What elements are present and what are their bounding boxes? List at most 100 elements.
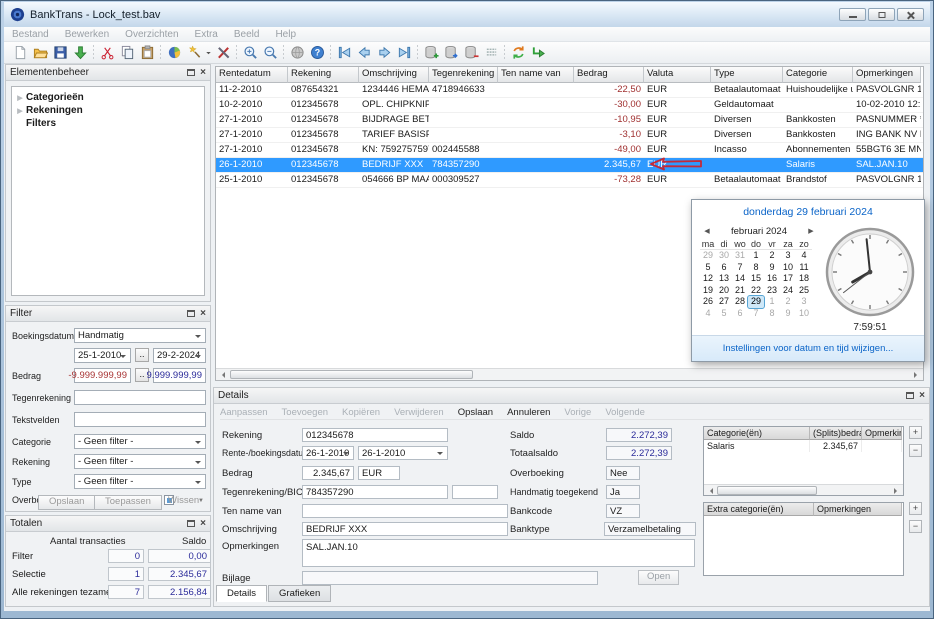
column-header-type[interactable]: Type <box>711 67 783 83</box>
calendar-day[interactable]: 26 <box>700 296 716 308</box>
calendar-day[interactable]: 24 <box>780 285 796 297</box>
calendar-day[interactable]: 6 <box>716 262 732 274</box>
calendar-day[interactable]: 12 <box>700 273 716 285</box>
transaction-row[interactable]: 27-1-2010012345678BIJDRAGE BETA...-10,95… <box>216 113 923 128</box>
column-header-bedrag[interactable]: Bedrag <box>574 67 644 83</box>
add-category-button[interactable]: + <box>909 426 922 439</box>
valuta-field[interactable]: EUR <box>358 466 400 480</box>
datetime-settings-link[interactable]: Instellingen voor datum en tijd wijzigen… <box>723 343 894 354</box>
calendar-day[interactable]: 3 <box>796 296 812 308</box>
menu-item-extra[interactable]: Extra <box>195 29 218 40</box>
column-header-categorie[interactable]: Categorie <box>783 67 853 83</box>
transaction-row[interactable]: 27-1-2010012345678TARIEF BASISPA...-3,10… <box>216 128 923 143</box>
details-action-opslaan[interactable]: Opslaan <box>458 407 493 418</box>
calendar-day[interactable]: 14 <box>732 273 748 285</box>
transaction-row[interactable]: 27-1-2010012345678KN: 7592757597...00244… <box>216 143 923 158</box>
tab-grafieken[interactable]: Grafieken <box>268 585 331 602</box>
date-to-select[interactable]: 29-2-2024 <box>153 348 206 363</box>
cat-col-categorie-n[interactable]: Categorie(ën) <box>704 427 810 440</box>
calendar-day[interactable]: 22 <box>748 285 764 297</box>
menu-item-bestand[interactable]: Bestand <box>12 29 49 40</box>
date-from-select[interactable]: 25-1-2010 <box>74 348 131 363</box>
close-panel-icon[interactable]: × <box>200 309 206 319</box>
zoom-out-icon[interactable] <box>260 43 280 62</box>
calendar-day[interactable]: 27 <box>716 296 732 308</box>
column-header-rentedatum[interactable]: Rentedatum <box>216 67 288 83</box>
tree-item-filters[interactable]: Filters <box>14 117 202 130</box>
calendar-day[interactable]: 1 <box>748 250 764 262</box>
close-panel-icon[interactable]: × <box>200 519 206 529</box>
cut-icon[interactable] <box>97 43 117 62</box>
calendar-day[interactable]: 8 <box>748 262 764 274</box>
bedrag-field[interactable]: 2.345,67 <box>302 466 354 480</box>
calendar-day[interactable]: 23 <box>764 285 780 297</box>
boekingsdatum-select[interactable]: Handmatig <box>74 328 206 343</box>
calendar-day[interactable]: 21 <box>732 285 748 297</box>
bic-field[interactable] <box>452 485 498 499</box>
extra-col-extra-categorie-n[interactable]: Extra categorie(ën) <box>704 503 814 516</box>
calendar-day[interactable]: 29 <box>700 250 716 262</box>
calendar-day[interactable]: 10 <box>780 262 796 274</box>
calendar-day[interactable]: 31 <box>732 250 748 262</box>
titlebar[interactable]: BankTrans - Lock_test.bav <box>4 2 930 27</box>
ten-name-van-field[interactable] <box>302 504 508 518</box>
boekingsdatum-field-select[interactable]: 26-1-2010 <box>358 446 448 460</box>
help-icon[interactable]: ? <box>307 43 327 62</box>
maximize-button[interactable] <box>868 8 895 21</box>
calendar-day[interactable]: 4 <box>796 250 812 262</box>
cat-col-opmerking[interactable]: Opmerking <box>862 427 902 440</box>
new-file-icon[interactable] <box>10 43 30 62</box>
column-header-omschrijving[interactable]: Omschrijving <box>359 67 429 83</box>
calendar-day[interactable]: 13 <box>716 273 732 285</box>
remove-extra-category-button[interactable]: − <box>909 520 922 533</box>
tegenrekening-input[interactable] <box>74 390 206 405</box>
transaction-row[interactable]: 11-2-20100876543211234446 HEMA D...47189… <box>216 83 923 98</box>
rekening-select[interactable]: - Geen filter - <box>74 454 206 469</box>
expander-icon[interactable]: ▶ <box>14 107 26 115</box>
copy-icon[interactable] <box>117 43 137 62</box>
transaction-row[interactable]: 26-1-2010012345678BEDRIJF XXX7843572902.… <box>216 158 923 173</box>
bedrag-max-input[interactable]: 9.999.999,99 <box>153 368 206 383</box>
calendar-day[interactable]: 10 <box>796 308 812 320</box>
open-bijlage-button[interactable]: Open <box>638 570 679 585</box>
close-panel-icon[interactable]: × <box>200 68 206 78</box>
next-month-icon[interactable]: ▶ <box>804 227 818 235</box>
calendar-day[interactable]: 4 <box>700 308 716 320</box>
menu-item-help[interactable]: Help <box>275 29 296 40</box>
calendar-day[interactable]: 28 <box>732 296 748 308</box>
calendar-day[interactable]: 25 <box>796 285 812 297</box>
transaction-row[interactable]: 25-1-2010012345678054666 BP MAAS...00030… <box>216 173 923 188</box>
tools-icon[interactable] <box>213 43 233 62</box>
tekstvelden-input[interactable] <box>74 412 206 427</box>
calendar-day[interactable]: 7 <box>732 262 748 274</box>
calendar-day[interactable]: 19 <box>700 285 716 297</box>
calendar-day[interactable]: 7 <box>748 308 764 320</box>
column-header-tegenrekening[interactable]: Tegenrekening <box>429 67 498 83</box>
scroll-right-icon[interactable] <box>911 369 923 380</box>
calendar-day[interactable]: 8 <box>764 308 780 320</box>
column-header-valuta[interactable]: Valuta <box>644 67 711 83</box>
table-hscrollbar[interactable] <box>216 368 923 380</box>
calendar-day[interactable]: 20 <box>716 285 732 297</box>
tegenrekening-field[interactable]: 784357290 <box>302 485 448 499</box>
opmerkingen-field[interactable]: SAL.JAN.10 <box>302 539 695 567</box>
calendar-day[interactable]: 3 <box>780 250 796 262</box>
db-delete-icon[interactable] <box>461 43 481 62</box>
transaction-row[interactable]: 10-2-2010012345678OPL. CHIPKNIP 0...-30,… <box>216 98 923 113</box>
expander-icon[interactable]: ▶ <box>14 94 26 102</box>
calendar-day[interactable]: 5 <box>716 308 732 320</box>
scroll-thumb[interactable] <box>717 486 817 495</box>
calendar-day[interactable]: 2 <box>780 296 796 308</box>
float-panel-icon[interactable] <box>187 520 195 527</box>
add-extra-category-button[interactable]: + <box>909 502 922 515</box>
filter-rows-icon[interactable] <box>481 43 501 62</box>
calendar-day[interactable]: 11 <box>796 262 812 274</box>
globe-icon[interactable] <box>287 43 307 62</box>
details-action-annuleren[interactable]: Annuleren <box>507 407 550 418</box>
zoom-in-icon[interactable] <box>240 43 260 62</box>
nav-next-icon[interactable] <box>374 43 394 62</box>
calendar-day[interactable]: 9 <box>764 262 780 274</box>
extra-col-opmerkingen[interactable]: Opmerkingen <box>814 503 902 516</box>
prev-month-icon[interactable]: ◀ <box>700 227 714 235</box>
date-range-button[interactable]: .. <box>135 348 149 362</box>
